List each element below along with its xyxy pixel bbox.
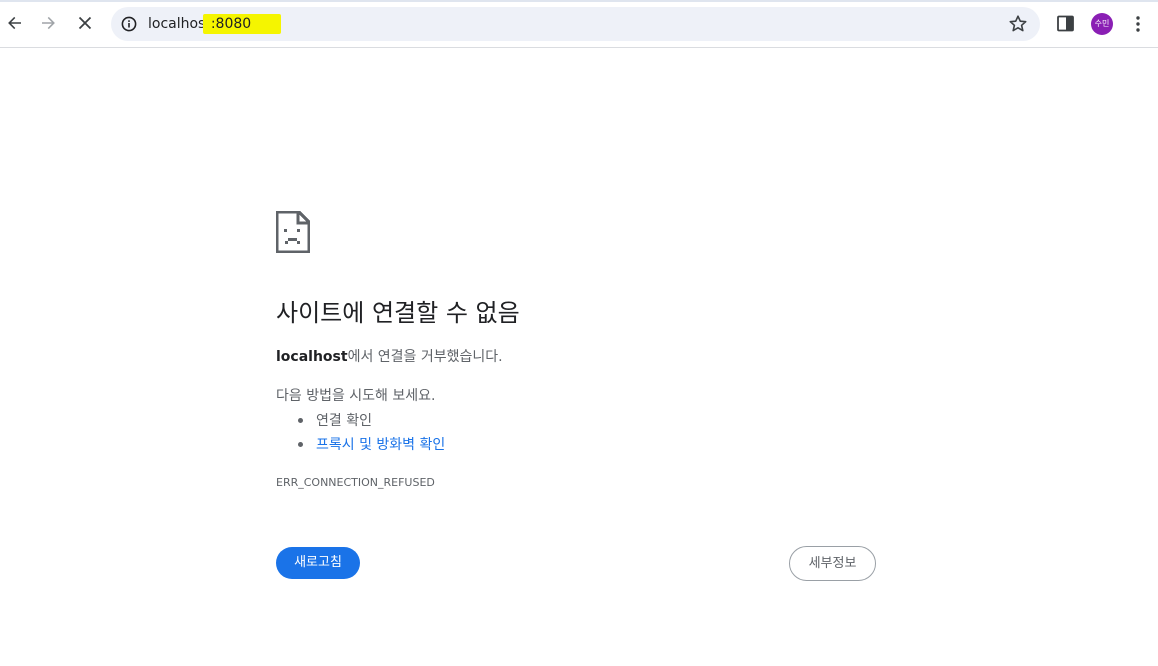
reload-button[interactable]: 새로고침 <box>276 547 360 579</box>
page-title: 사이트에 연결할 수 없음 <box>276 299 520 327</box>
suggestion-check-proxy-firewall[interactable]: 프록시 및 방화벽 확인 <box>296 433 445 457</box>
suggestion-link[interactable]: 프록시 및 방화벽 확인 <box>316 437 445 453</box>
address-bar[interactable]: localhost:8080 <box>111 7 1040 41</box>
browser-toolbar: localhost:8080 수민 <box>0 0 1158 48</box>
stop-loading-button[interactable] <box>70 8 100 38</box>
star-icon[interactable] <box>1007 13 1029 35</box>
error-host: localhost <box>276 349 348 365</box>
suggestions-heading: 다음 방법을 시도해 보세요. <box>276 388 436 404</box>
tab-strip-edge <box>0 0 1158 2</box>
back-button[interactable] <box>0 8 30 38</box>
error-description-text: 에서 연결을 거부했습니다. <box>347 349 503 365</box>
error-description: localhost에서 연결을 거부했습니다. <box>276 346 503 368</box>
forward-arrow-icon <box>42 16 55 30</box>
suggestion-label: 연결 확인 <box>316 413 372 429</box>
side-panel-icon[interactable] <box>1056 14 1076 34</box>
close-icon <box>78 16 92 30</box>
details-button[interactable]: 세부정보 <box>789 546 876 581</box>
forward-button[interactable] <box>33 8 63 38</box>
profile-avatar[interactable]: 수민 <box>1091 13 1113 35</box>
suggestion-check-connection: 연결 확인 <box>296 409 445 433</box>
back-arrow-icon <box>8 16 21 30</box>
kebab-menu-icon[interactable] <box>1128 13 1148 35</box>
sad-page-icon <box>276 211 310 253</box>
url-port-highlighted: :8080 <box>202 14 282 34</box>
error-code: ERR_CONNECTION_REFUSED <box>276 476 435 489</box>
info-icon[interactable] <box>120 15 138 33</box>
url-host: localhost <box>148 16 211 32</box>
url-text[interactable]: localhost:8080 <box>148 14 282 34</box>
suggestions-list: 연결 확인 프록시 및 방화벽 확인 <box>296 409 445 457</box>
